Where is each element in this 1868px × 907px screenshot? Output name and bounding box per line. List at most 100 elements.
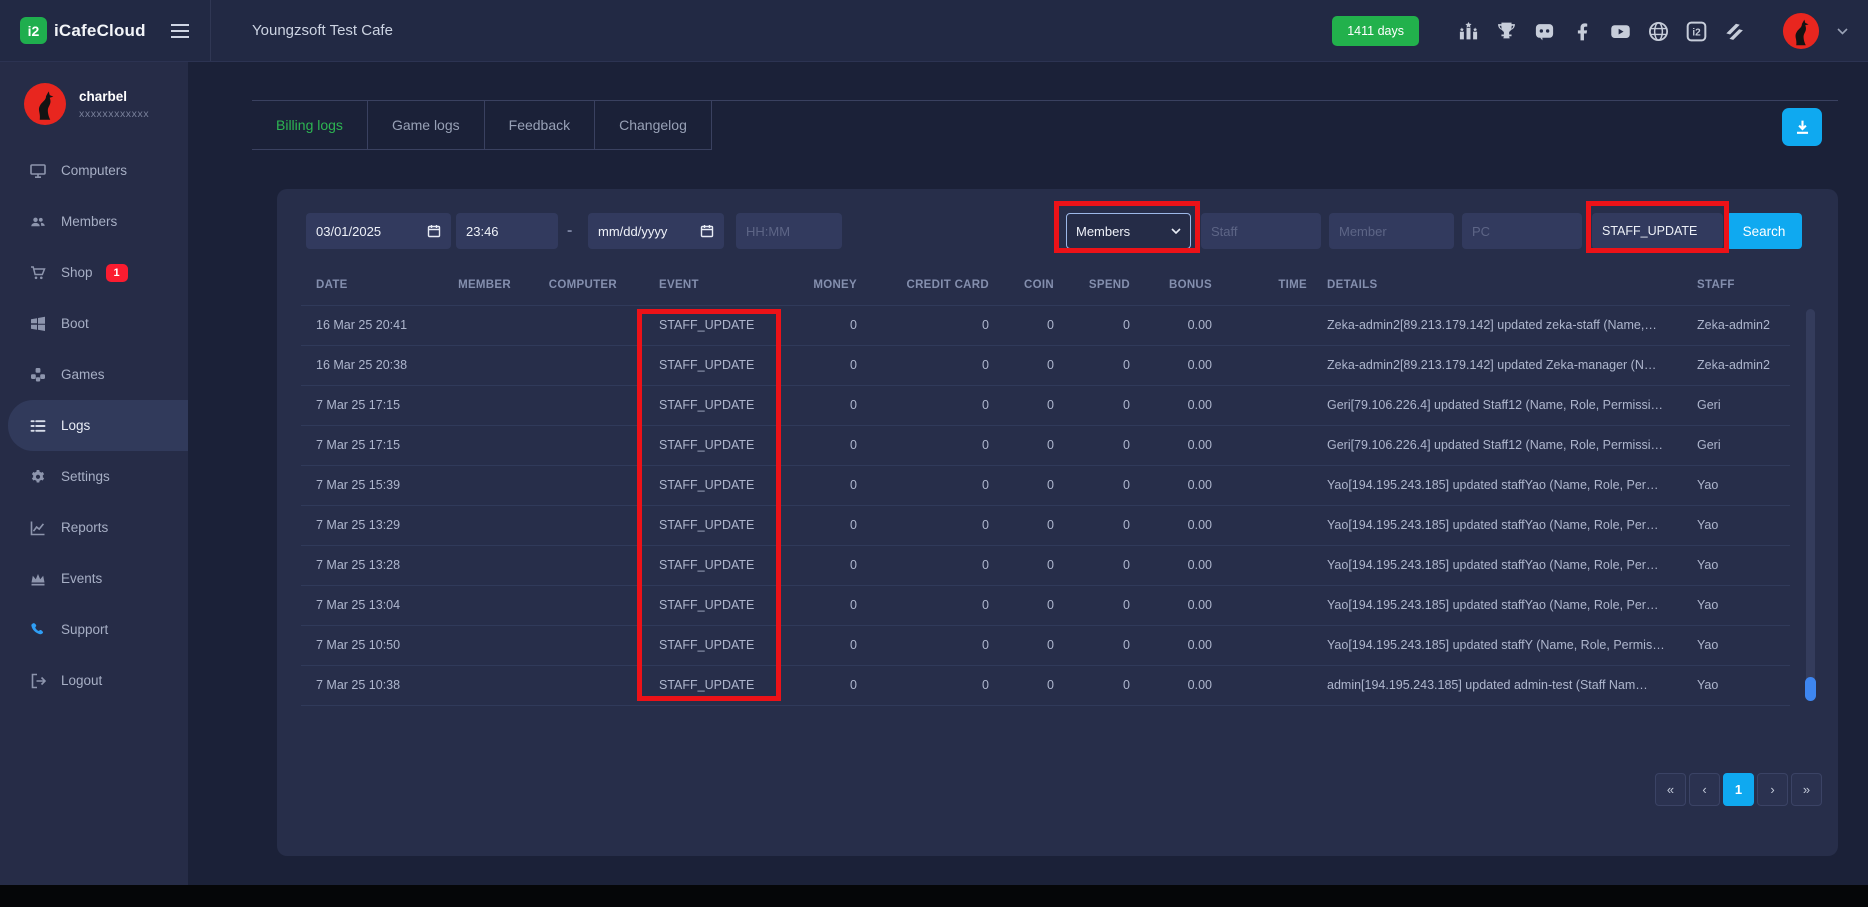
ranking-icon[interactable] [1458, 21, 1479, 42]
cell-computer [515, 665, 621, 705]
hamburger-menu-icon[interactable] [170, 24, 190, 38]
page-prev-button[interactable]: ‹ [1689, 773, 1720, 806]
globe-icon[interactable] [1648, 21, 1669, 42]
stripes-icon[interactable] [1724, 21, 1745, 42]
member-input[interactable] [1329, 213, 1454, 249]
sidebar-item-settings[interactable]: Settings [0, 451, 188, 502]
pc-input[interactable] [1462, 213, 1582, 249]
column-header-time: TIME [1216, 265, 1311, 305]
column-header-money: MONEY [806, 265, 861, 305]
page-next-button[interactable]: › [1757, 773, 1788, 806]
tab-feedback[interactable]: Feedback [485, 101, 595, 149]
sidebar: charbel xxxxxxxxxxxx ComputersMembersSho… [0, 62, 188, 885]
cell-coin: 0 [993, 425, 1058, 465]
cell-money: 0 [806, 625, 861, 665]
cell-time [1216, 585, 1311, 625]
time-from-field[interactable]: 23:46 [456, 213, 558, 249]
cell-time [1216, 505, 1311, 545]
cell-bonus: 0.00 [1134, 545, 1216, 585]
bottom-strip [0, 885, 1868, 907]
cell-computer [515, 345, 621, 385]
cell-date: 7 Mar 25 13:04 [301, 585, 441, 625]
sidebar-item-reports[interactable]: Reports [0, 502, 188, 553]
cell-details: Zeka-admin2[89.213.179.142] updated Zeka… [1311, 345, 1695, 385]
cell-money: 0 [806, 465, 861, 505]
trophy-icon[interactable] [1496, 21, 1517, 42]
sidebar-item-boot[interactable]: Boot [0, 298, 188, 349]
app-logo[interactable]: i2 iCafeCloud [20, 17, 146, 44]
topbar: i2 iCafeCloud Youngzsoft Test Cafe 1411 … [0, 0, 1868, 62]
sidebar-item-logs[interactable]: Logs [8, 400, 188, 451]
cell-money: 0 [806, 345, 861, 385]
logo-text: iCafeCloud [54, 21, 146, 41]
cell-spend: 0 [1058, 505, 1134, 545]
page-number-button[interactable]: 1 [1723, 773, 1754, 806]
profile-name: charbel [79, 89, 149, 104]
sidebar-item-logout[interactable]: Logout [0, 655, 188, 706]
tab-changelog[interactable]: Changelog [595, 101, 712, 149]
total-details [1311, 705, 1695, 717]
date-to-field[interactable]: mm/dd/yyyy [588, 213, 724, 249]
cell-bonus: 0.00 [1134, 345, 1216, 385]
cell-time [1216, 305, 1311, 345]
cell-spend: 0 [1058, 465, 1134, 505]
cell-credit_card: 0 [861, 665, 993, 705]
sidebar-item-computers[interactable]: Computers [0, 145, 188, 196]
date-from-field[interactable]: 03/01/2025 [306, 213, 451, 249]
table-scroll-area: DATEMEMBERCOMPUTEREVENTMONEYCREDIT CARDC… [301, 265, 1790, 717]
discord-icon[interactable] [1534, 21, 1555, 42]
profile-section: charbel xxxxxxxxxxxx [0, 62, 188, 125]
icafecloud-icon[interactable]: i2 [1686, 21, 1707, 42]
cell-money: 0 [806, 425, 861, 465]
icafecloud-logo-icon: i2 [20, 17, 47, 44]
download-button[interactable] [1782, 108, 1822, 146]
facebook-icon[interactable] [1572, 21, 1593, 42]
svg-text:i2: i2 [1692, 27, 1701, 38]
scrollbar-thumb[interactable] [1805, 677, 1816, 701]
members-icon [28, 214, 48, 230]
sidebar-item-label: Logs [61, 418, 90, 433]
event-input[interactable] [1592, 213, 1723, 249]
sidebar-item-games[interactable]: Games [0, 349, 188, 400]
sidebar-item-events[interactable]: Events [0, 553, 188, 604]
staff-input[interactable] [1201, 213, 1321, 249]
sidebar-item-label: Games [61, 367, 105, 382]
page-last-button[interactable]: » [1791, 773, 1822, 806]
sidebar-item-members[interactable]: Members [0, 196, 188, 247]
tabs-bar: Billing logsGame logsFeedbackChangelog [252, 100, 1838, 150]
cell-date: 7 Mar 25 17:15 [301, 385, 441, 425]
cell-time [1216, 345, 1311, 385]
cell-details: Geri[79.106.226.4] updated Staff12 (Name… [1311, 425, 1695, 465]
youtube-icon[interactable] [1610, 21, 1631, 42]
chevron-down-icon[interactable] [1837, 28, 1848, 35]
sidebar-item-support[interactable]: Support [0, 604, 188, 655]
time-from-value: 23:46 [466, 224, 499, 239]
user-avatar[interactable] [1782, 12, 1820, 50]
cell-time [1216, 665, 1311, 705]
date-to-placeholder: mm/dd/yyyy [598, 224, 667, 239]
license-days-badge[interactable]: 1411 days [1332, 16, 1419, 46]
cell-bonus: 0.00 [1134, 465, 1216, 505]
cell-member [441, 465, 515, 505]
sidebar-item-shop[interactable]: Shop1 [0, 247, 188, 298]
cell-credit_card: 0 [861, 465, 993, 505]
time-to-field[interactable]: HH:MM [736, 213, 842, 249]
cell-date: 7 Mar 25 10:38 [301, 665, 441, 705]
cell-staff: Yao [1695, 665, 1790, 705]
cell-computer [515, 385, 621, 425]
range-separator: - [567, 213, 572, 249]
cell-staff: Yao [1695, 505, 1790, 545]
total-event [621, 705, 806, 717]
search-button[interactable]: Search [1726, 213, 1802, 249]
tab-game-logs[interactable]: Game logs [368, 101, 485, 149]
total-member [441, 705, 515, 717]
tab-billing-logs[interactable]: Billing logs [252, 101, 368, 149]
log-row: 16 Mar 25 20:41STAFF_UPDATE00000.00Zeka-… [301, 305, 1790, 345]
games-icon [28, 367, 48, 383]
sidebar-item-label: Reports [61, 520, 108, 535]
column-header-spend: SPEND [1058, 265, 1134, 305]
cell-details: Yao[194.195.243.185] updated staffYao (N… [1311, 585, 1695, 625]
cell-member [441, 305, 515, 345]
member-type-select[interactable]: Members [1066, 213, 1191, 249]
page-first-button[interactable]: « [1655, 773, 1686, 806]
